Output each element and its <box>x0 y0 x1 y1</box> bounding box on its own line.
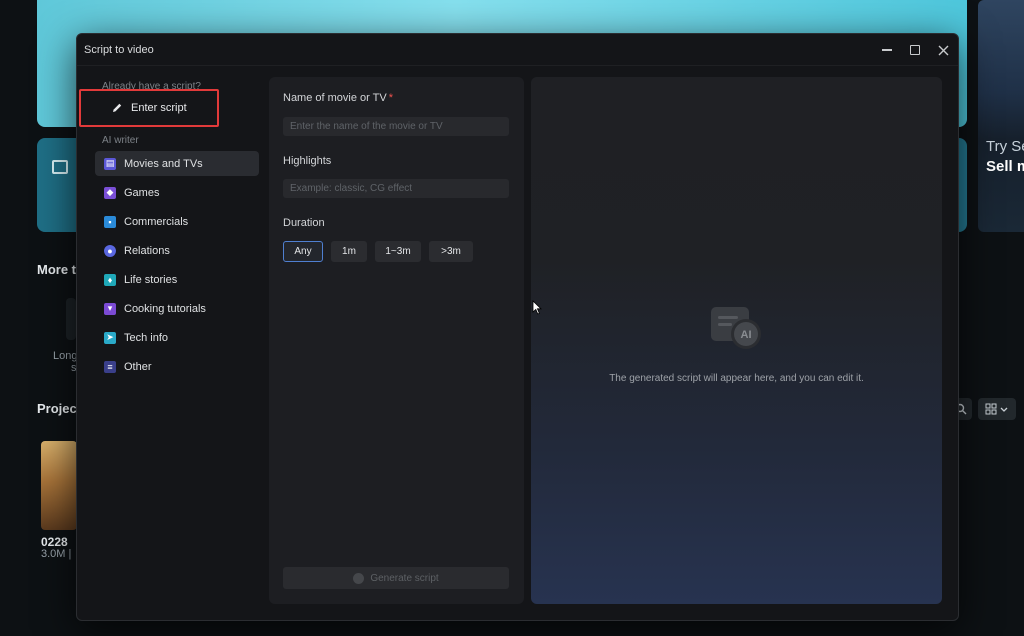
sidebar-item-life-stories[interactable]: ♦ Life stories <box>95 267 259 292</box>
maximize-button[interactable] <box>905 40 925 60</box>
sidebar-item-cooking-tutorials[interactable]: ▾ Cooking tutorials <box>95 296 259 321</box>
close-icon <box>938 45 948 55</box>
life-icon: ♦ <box>104 273 116 286</box>
duration-field-label: Duration <box>283 217 325 229</box>
other-icon: ≡ <box>104 360 116 373</box>
movie-name-input[interactable] <box>283 117 509 136</box>
gamepad-icon: ◆ <box>104 186 116 199</box>
duration-options: Any 1m 1~3m >3m <box>283 241 473 262</box>
name-field-label: Name of movie or TV * <box>283 92 393 104</box>
dialog-titlebar[interactable]: Script to video <box>77 34 958 66</box>
preview-placeholder-message: The generated script will appear here, a… <box>609 373 864 384</box>
people-icon: ● <box>104 244 116 257</box>
duration-3m-plus-button[interactable]: >3m <box>429 241 473 262</box>
sidebar-item-tech-info[interactable]: ➤ Tech info <box>95 325 259 350</box>
background-film-icon <box>52 160 68 174</box>
generate-icon <box>353 572 365 584</box>
view-toggle-icon[interactable] <box>978 398 1016 420</box>
dialog-title: Script to video <box>84 43 154 56</box>
sidebar-item-label: Commercials <box>124 215 189 228</box>
tv-icon: ▪ <box>104 215 116 228</box>
long-label: Long <box>53 350 78 362</box>
minimize-button[interactable] <box>877 40 897 60</box>
sidebar-item-label: Games <box>124 186 160 199</box>
ai-badge-text: AI <box>741 329 752 341</box>
name-field-label-text: Name of movie or TV <box>283 92 387 104</box>
duration-any-button[interactable]: Any <box>283 241 323 262</box>
promo-try-text: Try Se <box>986 138 1024 155</box>
sidebar-item-label: Cooking tutorials <box>124 302 206 315</box>
wine-icon: ▾ <box>104 302 116 315</box>
sidebar-item-relations[interactable]: ● Relations <box>95 238 259 263</box>
highlights-field-label: Highlights <box>283 155 332 167</box>
sidebar-item-games[interactable]: ◆ Games <box>95 180 259 205</box>
promo-sell-text: Sell m <box>986 158 1024 175</box>
script-preview-panel: AI The generated script will appear here… <box>531 77 942 604</box>
sidebar-item-other[interactable]: ≡ Other <box>95 354 259 379</box>
ai-writer-caption: AI writer <box>102 135 139 146</box>
duration-1-3m-button[interactable]: 1~3m <box>375 241 421 262</box>
sidebar: Already have a script? Enter script AI w… <box>85 74 265 614</box>
generate-script-label: Generate script <box>370 572 439 584</box>
sidebar-item-label: Tech info <box>124 331 169 344</box>
required-mark: * <box>388 92 394 104</box>
close-button[interactable] <box>933 40 953 60</box>
project-thumbnail[interactable] <box>41 441 77 530</box>
sidebar-item-label: Life stories <box>124 273 178 286</box>
duration-1m-button[interactable]: 1m <box>331 241 367 262</box>
highlights-input[interactable] <box>283 179 509 198</box>
project-meta: 3.0M | <box>41 548 72 560</box>
background-tool-tile[interactable] <box>66 298 76 340</box>
projects-heading: Projec <box>37 401 77 416</box>
minimize-icon <box>882 49 892 51</box>
sidebar-item-movies-and-tvs[interactable]: ▤ Movies and TVs <box>95 151 259 176</box>
ai-document-icon: AI <box>711 307 761 349</box>
sidebar-item-label: Other <box>124 360 152 373</box>
sidebar-item-commercials[interactable]: ▪ Commercials <box>95 209 259 234</box>
maximize-icon <box>910 45 920 55</box>
mouse-cursor-icon <box>532 300 542 315</box>
enter-script-highlight <box>79 89 219 127</box>
sidebar-item-label: Movies and TVs <box>124 157 203 170</box>
rocket-icon: ➤ <box>104 331 116 344</box>
film-icon: ▤ <box>104 157 116 170</box>
more-heading: More t <box>37 262 76 277</box>
generate-script-button[interactable]: Generate script <box>283 567 509 589</box>
background-promo-thumb[interactable]: Try Se Sell m <box>978 0 1024 232</box>
project-name: 0228 <box>41 535 68 549</box>
sidebar-item-label: Relations <box>124 244 170 257</box>
script-form-panel: Name of movie or TV* Highlights Duration… <box>269 77 524 604</box>
